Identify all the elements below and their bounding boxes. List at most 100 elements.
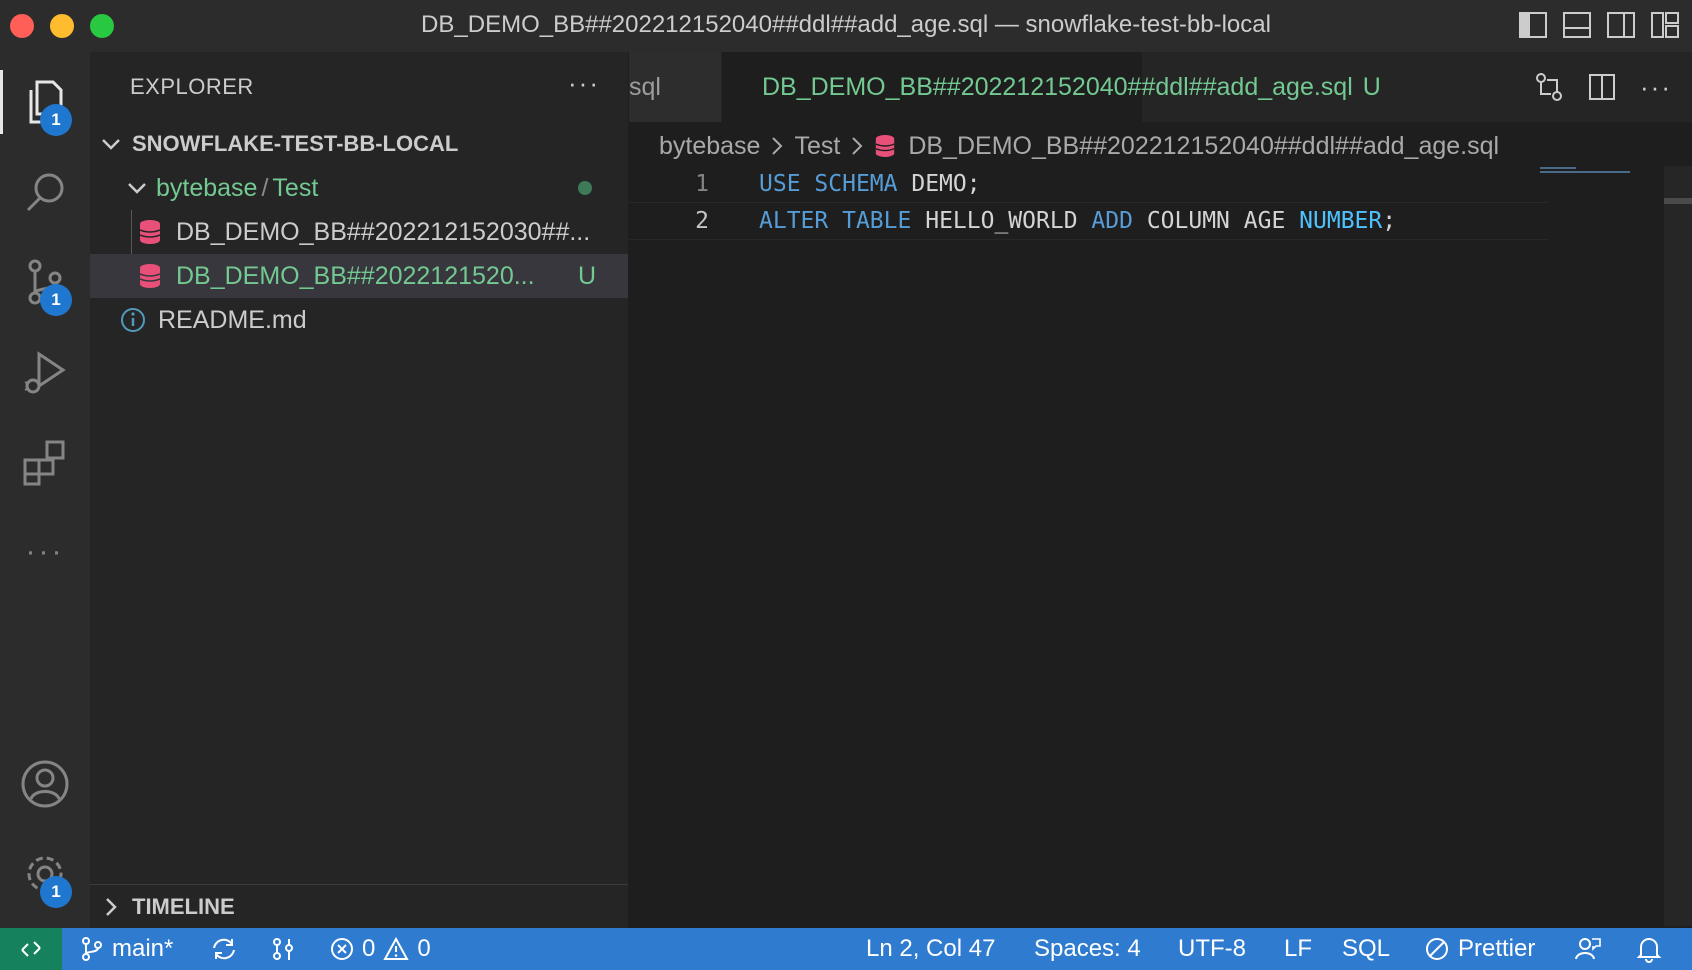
extensions-icon (23, 440, 65, 486)
code-token: SCHEMA (814, 171, 898, 197)
activity-run-debug[interactable] (0, 332, 90, 412)
tab-label: DB_DEMO_BB##202212152040##ddl##add_age.s… (762, 72, 1353, 101)
database-icon (139, 220, 161, 244)
code-token: COLUMN (1146, 208, 1230, 234)
branch-indicator[interactable]: main* (80, 928, 173, 970)
sync-button[interactable] (210, 928, 238, 970)
indentation-setting[interactable]: Spaces: 4 (1034, 928, 1141, 970)
customize-layout-button[interactable] (1650, 10, 1680, 40)
file-item[interactable]: DB_DEMO_BB##202212152030##... (90, 210, 628, 254)
language-label: SQL (1342, 935, 1391, 962)
workspace-name: SNOWFLAKE-TEST-BB-LOCAL (132, 131, 459, 156)
git-graph-icon (273, 938, 293, 960)
open-changes-icon[interactable] (1534, 72, 1564, 102)
eol-label: LF (1284, 935, 1313, 962)
search-icon (26, 173, 64, 212)
eol-setting[interactable]: LF (1284, 928, 1312, 970)
toggle-secondary-sidebar-button[interactable] (1606, 10, 1636, 40)
problems-indicator[interactable]: 0 0 (330, 928, 431, 970)
bell-icon (1636, 938, 1662, 963)
encoding-setting[interactable]: UTF-8 (1178, 928, 1246, 970)
folder-bytebase-test[interactable]: bytebase / Test (90, 166, 628, 210)
error-count: 0 (362, 935, 376, 962)
account-icon (21, 760, 69, 808)
explorer-more-actions[interactable]: ··· (568, 68, 600, 99)
file-name: README.md (158, 305, 307, 334)
code-line[interactable]: 2 ALTER TABLE HELLO_WORLD ADD COLUMN AGE… (629, 202, 1549, 240)
code-token: DEMO; (911, 171, 981, 197)
git-graph-button[interactable] (270, 928, 296, 970)
language-mode[interactable]: SQL (1342, 928, 1390, 970)
secondary-sidebar-icon (1607, 12, 1635, 38)
folder-name-part1: bytebase (156, 173, 258, 202)
folder-separator: / (261, 173, 269, 202)
timeline-title: TIMELINE (132, 894, 235, 919)
line-number: 2 (695, 208, 709, 234)
chevron-down-icon (128, 183, 146, 194)
more-icon: ··· (25, 535, 65, 568)
tab-status-badge: U (1362, 72, 1381, 101)
activity-search[interactable] (0, 152, 90, 232)
activity-manage[interactable]: 1 (0, 834, 90, 914)
tab-inactive[interactable]: sql (629, 52, 721, 122)
activity-accounts[interactable] (0, 744, 90, 824)
toggle-panel-button[interactable] (1562, 10, 1592, 40)
chevron-right-icon (852, 137, 863, 155)
explorer-badge: 1 (40, 104, 72, 136)
editor-actions: ··· (1534, 52, 1692, 122)
status-bar: main* 0 0 Ln 2, Col 47 Spaces: 4 UTF-8 L… (0, 928, 1692, 970)
modified-dot-icon (578, 181, 592, 195)
source-control-badge: 1 (40, 284, 72, 316)
git-branch-icon (82, 937, 102, 961)
feedback-icon (1575, 938, 1601, 960)
minimap[interactable] (1540, 166, 1660, 176)
activity-more[interactable]: ··· (0, 512, 90, 592)
file-item-readme[interactable]: README.md (90, 298, 628, 342)
activity-explorer[interactable]: 1 (0, 62, 90, 142)
code-line[interactable]: 1 USE SCHEMA DEMO; (629, 166, 1549, 202)
file-name: DB_DEMO_BB##2022121520... (176, 261, 535, 290)
code-token: AGE (1243, 208, 1286, 234)
code-text: ALTER TABLE HELLO_WORLD ADD COLUMN AGE N… (759, 208, 1396, 234)
activity-source-control[interactable]: 1 (0, 242, 90, 322)
chevron-right-icon (106, 898, 117, 916)
explorer-title: EXPLORER (130, 74, 254, 99)
breadcrumb-item[interactable]: Test (794, 132, 840, 161)
file-status-badge: U (577, 261, 596, 290)
code-text: USE SCHEMA DEMO; (759, 171, 981, 197)
timeline-section[interactable]: TIMELINE (90, 884, 628, 929)
notifications-button[interactable] (1636, 928, 1662, 970)
code-token: TABLE (842, 208, 912, 234)
remote-indicator[interactable] (0, 928, 62, 970)
explorer-sidebar: EXPLORER ··· SNOWFLAKE-TEST-BB-LOCAL byt… (90, 52, 629, 928)
vertical-scrollbar[interactable] (1664, 166, 1692, 926)
workspace-root[interactable]: SNOWFLAKE-TEST-BB-LOCAL (90, 122, 628, 166)
cursor-position[interactable]: Ln 2, Col 47 (866, 928, 995, 970)
feedback-button[interactable] (1574, 928, 1602, 970)
activity-extensions[interactable] (0, 422, 90, 502)
breadcrumb-item[interactable]: DB_DEMO_BB##202212152040##ddl##add_age.s… (908, 132, 1499, 161)
breadcrumb-item[interactable]: bytebase (659, 132, 760, 161)
code-editor[interactable]: 1 USE SCHEMA DEMO; 2 ALTER TABLE HELLO_W… (629, 166, 1549, 240)
window-title: DB_DEMO_BB##202212152040##ddl##add_age.s… (421, 11, 1271, 38)
remote-icon (21, 941, 41, 957)
more-actions-icon[interactable]: ··· (1640, 72, 1672, 103)
split-editor-icon[interactable] (1588, 73, 1616, 101)
toggle-primary-sidebar-button[interactable] (1518, 10, 1548, 40)
sync-icon (213, 938, 235, 960)
code-token: NUMBER (1299, 208, 1383, 234)
prettier-status[interactable]: Prettier (1424, 928, 1535, 970)
branch-name: main* (112, 935, 174, 962)
layout-controls (1518, 10, 1680, 40)
database-icon (875, 135, 895, 157)
code-token: HELLO_WORLD (925, 208, 1078, 234)
warning-icon (383, 937, 410, 960)
code-token: ALTER (759, 208, 829, 234)
sidebar-layout-icon (1519, 12, 1547, 38)
file-item[interactable]: DB_DEMO_BB##2022121520... U (90, 254, 628, 298)
tab-label: sql (629, 72, 661, 101)
tab-active[interactable]: DB_DEMO_BB##202212152040##ddl##add_age.s… (722, 52, 1381, 122)
info-icon (121, 308, 145, 332)
cursor-position-label: Ln 2, Col 47 (866, 935, 996, 962)
warning-count: 0 (417, 935, 431, 962)
